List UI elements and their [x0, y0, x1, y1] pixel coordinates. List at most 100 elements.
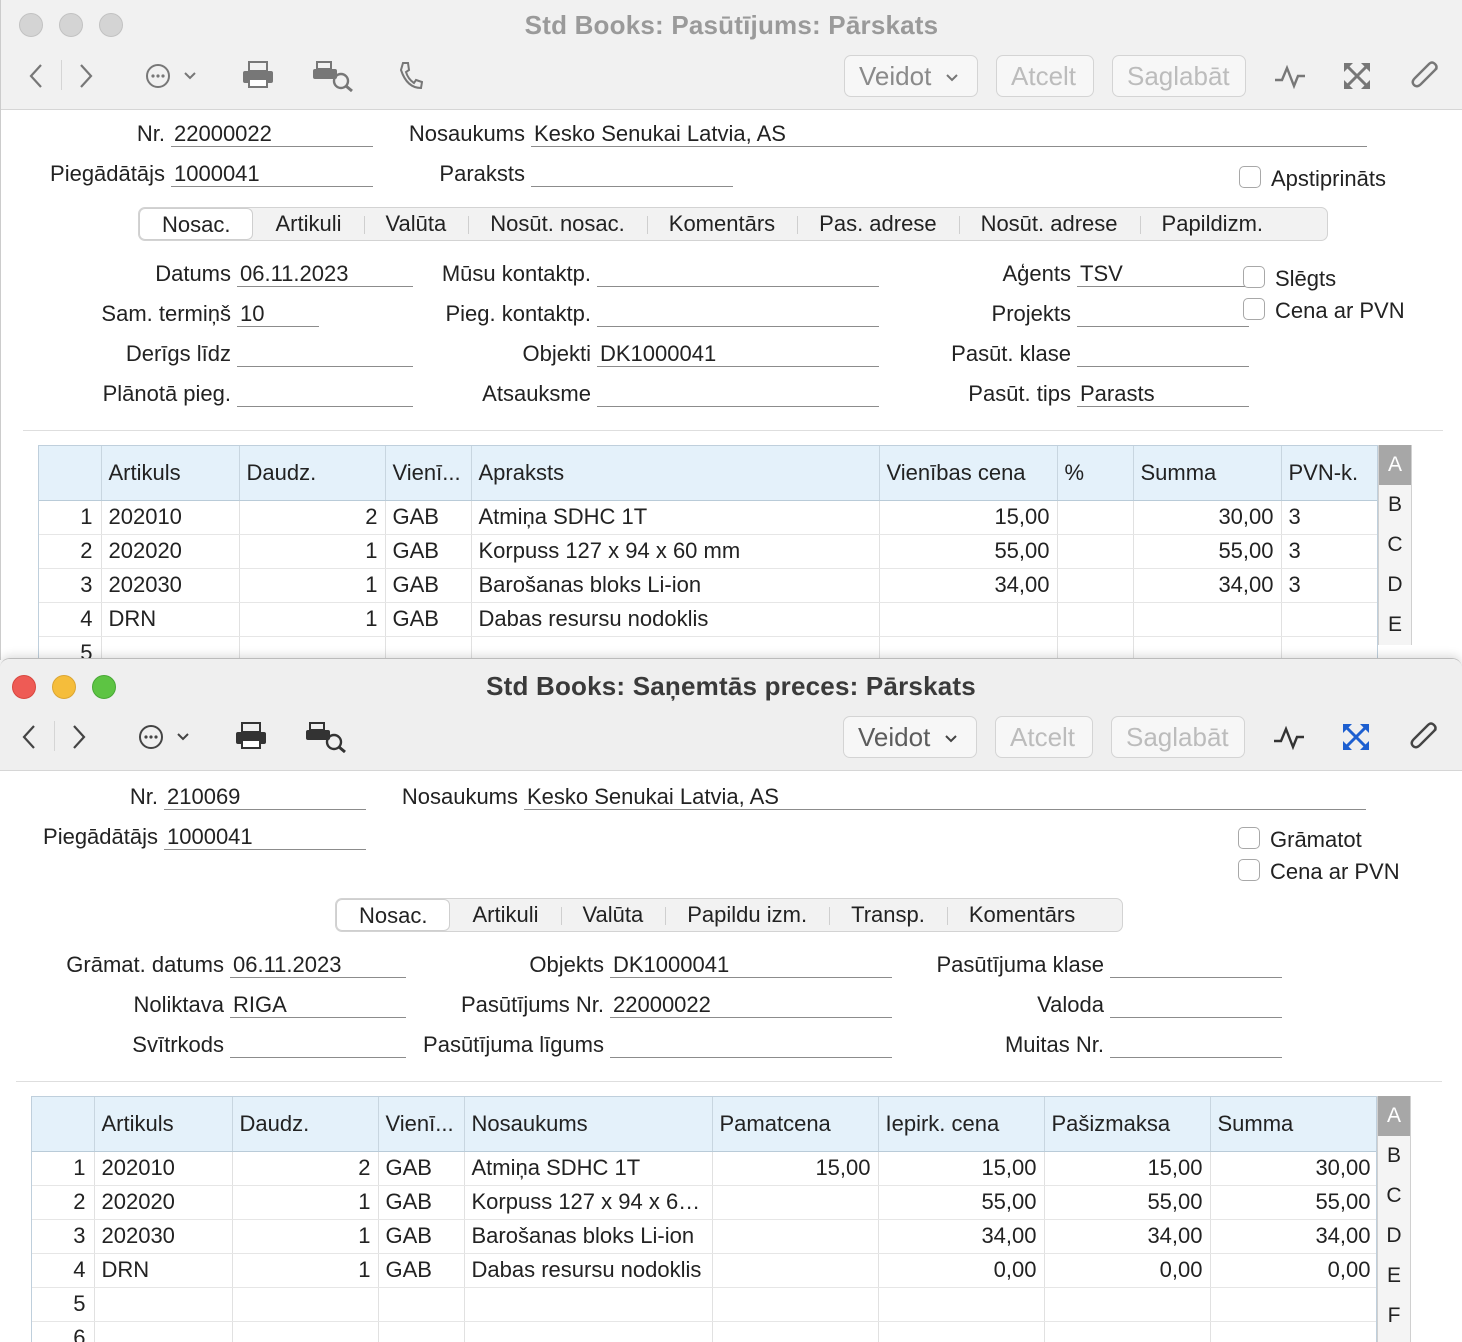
row-mode-e[interactable]: E: [1379, 605, 1411, 645]
cancel-button[interactable]: Atcelt: [995, 716, 1093, 758]
supplier-field[interactable]: 1000041: [171, 161, 373, 187]
warehouse-field[interactable]: RIGA: [230, 992, 406, 1018]
column-header[interactable]: Artikuls: [94, 1097, 233, 1152]
column-header[interactable]: Nosaukums: [464, 1097, 713, 1152]
tab-extra-dims[interactable]: Papildizm.: [1139, 208, 1285, 240]
table-cell[interactable]: [101, 636, 240, 660]
table-cell[interactable]: 0,00: [878, 1253, 1045, 1288]
table-cell[interactable]: 1: [239, 568, 386, 603]
table-cell[interactable]: 202030: [94, 1219, 233, 1254]
table-cell[interactable]: 15,00: [1044, 1151, 1211, 1186]
table-cell[interactable]: GAB: [385, 602, 472, 637]
attachment-icon[interactable]: [1409, 60, 1443, 92]
table-cell[interactable]: 34,00: [879, 568, 1058, 603]
table-cell[interactable]: [1210, 1321, 1376, 1342]
table-cell[interactable]: [712, 1287, 879, 1322]
barcode-field[interactable]: [230, 1032, 406, 1058]
column-header[interactable]: %: [1057, 446, 1134, 501]
forward-icon[interactable]: [70, 723, 88, 751]
table-cell[interactable]: Korpuss 127 x 94 x 6…: [464, 1185, 713, 1220]
column-header[interactable]: [39, 446, 102, 501]
table-cell[interactable]: 202020: [101, 534, 240, 569]
planned-delivery-field[interactable]: [237, 381, 413, 407]
table-cell[interactable]: [712, 1253, 879, 1288]
table-cell[interactable]: [878, 1287, 1045, 1322]
nosaukums-field[interactable]: Kesko Senukai Latvia, AS: [531, 121, 1367, 147]
nr-field[interactable]: 22000022: [171, 121, 373, 147]
signature-field[interactable]: [531, 161, 733, 187]
column-header[interactable]: Iepirk. cena: [878, 1097, 1045, 1152]
table-row[interactable]: 1 202010 2 GAB Atmiņa SDHC 1T 15,00 30,00 3: [39, 500, 1377, 535]
column-header[interactable]: Summa: [1210, 1097, 1376, 1152]
column-header[interactable]: Vienī...: [385, 446, 472, 501]
table-cell[interactable]: [378, 1321, 465, 1342]
agent-field[interactable]: TSV: [1077, 261, 1249, 287]
table-cell[interactable]: 3: [1281, 568, 1377, 603]
tab-conditions[interactable]: Nosac.: [139, 208, 254, 240]
payment-term-field[interactable]: 10: [237, 301, 319, 327]
table-cell[interactable]: GAB: [378, 1185, 465, 1220]
row-mode-f[interactable]: F: [1378, 1296, 1410, 1336]
column-header[interactable]: Summa: [1133, 446, 1282, 501]
table-cell[interactable]: Dabas resursu nodoklis: [471, 602, 880, 637]
table-cell[interactable]: 1: [232, 1219, 379, 1254]
table-cell[interactable]: GAB: [385, 534, 472, 569]
table-cell[interactable]: [1281, 636, 1377, 660]
table-cell[interactable]: GAB: [378, 1253, 465, 1288]
row-mode-b[interactable]: B: [1379, 485, 1411, 525]
object-field[interactable]: DK1000041: [610, 952, 892, 978]
table-cell[interactable]: 1: [232, 1253, 379, 1288]
forward-icon[interactable]: [77, 62, 95, 90]
table-cell[interactable]: 34,00: [1133, 568, 1282, 603]
column-header[interactable]: Apraksts: [471, 446, 880, 501]
table-cell[interactable]: 55,00: [878, 1185, 1045, 1220]
table-cell[interactable]: [878, 1321, 1045, 1342]
table-row[interactable]: 3 202030 1 GAB Barošanas bloks Li-ion 34,00 34…: [32, 1219, 1376, 1254]
table-cell[interactable]: Korpuss 127 x 94 x 60 mm: [471, 534, 880, 569]
table-cell[interactable]: 15,00: [879, 500, 1058, 535]
cancel-button[interactable]: Atcelt: [996, 55, 1094, 97]
table-row[interactable]: 5: [32, 1287, 1376, 1322]
table-cell[interactable]: [1133, 636, 1282, 660]
post-checkbox[interactable]: [1238, 827, 1260, 849]
tab-items[interactable]: Artikuli: [450, 899, 560, 931]
table-cell[interactable]: 15,00: [878, 1151, 1045, 1186]
approved-checkbox[interactable]: [1239, 166, 1261, 188]
create-dropdown-button[interactable]: Veidot: [844, 55, 978, 97]
table-cell[interactable]: [464, 1321, 713, 1342]
table-cell[interactable]: DRN: [101, 602, 240, 637]
order-number-field[interactable]: 22000022: [610, 992, 892, 1018]
project-field[interactable]: [1077, 301, 1249, 327]
table-cell[interactable]: [1057, 500, 1134, 535]
table-row[interactable]: 4 DRN 1 GAB Dabas resursu nodoklis 0,00 0,00 0,…: [32, 1253, 1376, 1288]
table-cell[interactable]: [232, 1287, 379, 1322]
table-cell[interactable]: [94, 1287, 233, 1322]
table-cell[interactable]: [239, 636, 386, 660]
table-cell[interactable]: [385, 636, 472, 660]
table-cell[interactable]: Dabas resursu nodoklis: [464, 1253, 713, 1288]
row-mode-c[interactable]: C: [1378, 1176, 1410, 1216]
table-cell[interactable]: 1: [239, 602, 386, 637]
table-row[interactable]: 2 202020 1 GAB Korpuss 127 x 94 x 60 mm 55,00…: [39, 534, 1377, 569]
table-cell[interactable]: 30,00: [1210, 1151, 1376, 1186]
row-mode-d[interactable]: D: [1379, 565, 1411, 605]
reference-field[interactable]: [597, 381, 879, 407]
table-cell[interactable]: [1044, 1287, 1211, 1322]
table-cell[interactable]: [1057, 636, 1134, 660]
table-cell[interactable]: GAB: [385, 500, 472, 535]
table-cell[interactable]: 55,00: [1210, 1185, 1376, 1220]
tab-order-address[interactable]: Pas. adrese: [797, 208, 958, 240]
more-actions-icon[interactable]: [138, 723, 196, 751]
table-cell[interactable]: [232, 1321, 379, 1342]
table-row[interactable]: 6: [32, 1321, 1376, 1342]
save-button[interactable]: Saglabāt: [1111, 716, 1245, 758]
activity-icon[interactable]: [1273, 62, 1307, 90]
table-cell[interactable]: [1133, 602, 1282, 637]
row-mode-a[interactable]: A: [1378, 1096, 1410, 1136]
table-cell[interactable]: 0,00: [1210, 1253, 1376, 1288]
table-cell[interactable]: 55,00: [1133, 534, 1282, 569]
table-cell[interactable]: [471, 636, 880, 660]
row-mode-c[interactable]: C: [1379, 525, 1411, 565]
table-cell[interactable]: [378, 1287, 465, 1322]
table-cell[interactable]: [1210, 1287, 1376, 1322]
